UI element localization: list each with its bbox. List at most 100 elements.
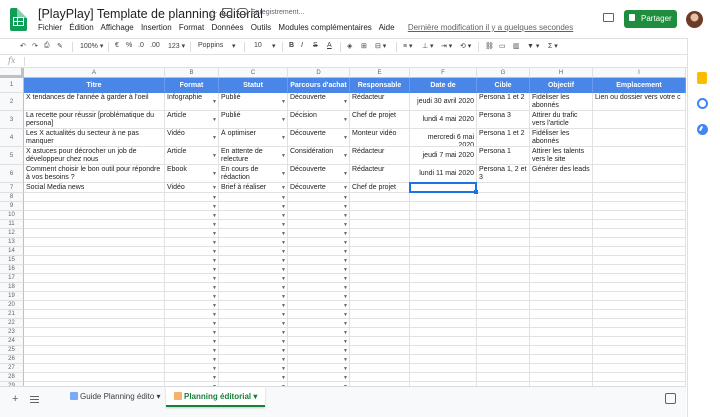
cell[interactable] (350, 229, 410, 238)
dropdown-arrow-icon[interactable]: ▼ (281, 204, 286, 210)
column-header[interactable]: H (530, 68, 593, 78)
data-cell[interactable]: À optimiser (219, 129, 288, 147)
data-cell[interactable] (530, 183, 593, 193)
cell[interactable] (530, 211, 593, 220)
dropdown-arrow-icon[interactable]: ▼ (281, 366, 286, 372)
dropdown-arrow-icon[interactable]: ▼ (343, 249, 348, 255)
cell[interactable] (410, 256, 477, 265)
cell[interactable] (410, 220, 477, 229)
dropdown-arrow-icon[interactable]: ▼ (281, 249, 286, 255)
data-cell[interactable]: En attente de relecture (219, 147, 288, 165)
cell[interactable] (410, 337, 477, 346)
cell[interactable] (24, 373, 165, 382)
dropdown-arrow-icon[interactable]: ▼ (343, 294, 348, 300)
cell[interactable] (593, 346, 686, 355)
cell[interactable] (477, 373, 530, 382)
row-header[interactable]: 25 (0, 346, 24, 355)
cell[interactable] (410, 346, 477, 355)
row-header[interactable]: 22 (0, 319, 24, 328)
cell[interactable] (288, 373, 350, 382)
data-cell[interactable]: Brief à réaliser (219, 183, 288, 193)
data-cell[interactable]: Lien ou dossier vers votre c (593, 93, 686, 111)
number-format-select[interactable]: 123 ▾ (168, 42, 185, 50)
comment-history-icon[interactable] (603, 13, 614, 22)
cell[interactable] (593, 238, 686, 247)
dropdown-arrow-icon[interactable]: ▼ (281, 267, 286, 273)
cell[interactable] (530, 355, 593, 364)
dropdown-arrow-icon[interactable]: ▼ (281, 240, 286, 246)
font-size-dropdown-icon[interactable]: ▾ (272, 42, 276, 50)
cell[interactable] (350, 373, 410, 382)
cell[interactable] (288, 238, 350, 247)
cell[interactable] (219, 247, 288, 256)
dropdown-arrow-icon[interactable]: ▼ (212, 330, 217, 336)
data-cell[interactable]: Ebook (165, 165, 219, 183)
cell[interactable] (530, 292, 593, 301)
data-cell[interactable]: Découverte (288, 165, 350, 183)
cell[interactable] (530, 193, 593, 202)
dropdown-arrow-icon[interactable]: ▼ (281, 153, 286, 159)
cell[interactable] (219, 202, 288, 211)
menu-modules[interactable]: Modules complémentaires (278, 23, 371, 32)
cell[interactable] (288, 355, 350, 364)
cell[interactable] (350, 310, 410, 319)
row-header[interactable]: 26 (0, 355, 24, 364)
dropdown-arrow-icon[interactable]: ▼ (281, 357, 286, 363)
cell[interactable] (530, 337, 593, 346)
row-header[interactable]: 4 (0, 129, 24, 147)
cell[interactable] (410, 292, 477, 301)
cell[interactable] (219, 364, 288, 373)
dropdown-arrow-icon[interactable]: ▼ (343, 339, 348, 345)
row-header[interactable]: 3 (0, 111, 24, 129)
cell[interactable] (410, 310, 477, 319)
cell[interactable] (288, 328, 350, 337)
cell[interactable] (219, 193, 288, 202)
cell[interactable] (477, 202, 530, 211)
cell[interactable] (530, 283, 593, 292)
data-cell[interactable]: mercredi 6 mai 2020 (410, 129, 477, 147)
row-header[interactable]: 13 (0, 238, 24, 247)
data-cell[interactable]: Générer des leads (530, 165, 593, 183)
data-cell[interactable]: lundi 11 mai 2020 (410, 165, 477, 183)
row-header[interactable]: 17 (0, 274, 24, 283)
cell[interactable] (165, 193, 219, 202)
text-color-button[interactable]: A (327, 42, 332, 49)
cell[interactable] (350, 337, 410, 346)
cell[interactable] (350, 193, 410, 202)
cell[interactable] (410, 247, 477, 256)
cell[interactable] (350, 274, 410, 283)
cell[interactable] (350, 238, 410, 247)
header-cell[interactable]: Responsable (350, 78, 410, 93)
dropdown-arrow-icon[interactable]: ▼ (212, 185, 217, 191)
data-cell[interactable] (477, 183, 530, 193)
data-cell[interactable]: Rédacteur (350, 93, 410, 111)
cell[interactable] (410, 265, 477, 274)
cell[interactable] (165, 355, 219, 364)
vertical-align-icon[interactable]: ⊥ ▾ (422, 42, 434, 50)
filter-icon[interactable]: ▼ ▾ (527, 42, 539, 50)
cell[interactable] (24, 193, 165, 202)
data-cell[interactable]: Rédacteur (350, 165, 410, 183)
cell[interactable] (593, 310, 686, 319)
dropdown-arrow-icon[interactable]: ▼ (281, 185, 286, 191)
cell[interactable] (24, 229, 165, 238)
row-header[interactable]: 27 (0, 364, 24, 373)
row-header[interactable]: 23 (0, 328, 24, 337)
cell[interactable] (477, 265, 530, 274)
menu-donnees[interactable]: Données (211, 23, 243, 32)
row-header[interactable]: 9 (0, 202, 24, 211)
cell[interactable] (24, 283, 165, 292)
dropdown-arrow-icon[interactable]: ▼ (212, 171, 217, 177)
dropdown-arrow-icon[interactable]: ▼ (281, 258, 286, 264)
data-cell[interactable]: La recette pour réussir [problématique d… (24, 111, 165, 129)
cell[interactable] (165, 265, 219, 274)
avatar[interactable] (686, 11, 703, 28)
cell[interactable] (24, 211, 165, 220)
cell[interactable] (24, 355, 165, 364)
data-cell[interactable]: Article (165, 147, 219, 165)
cell[interactable] (593, 283, 686, 292)
column-header[interactable]: F (410, 68, 477, 78)
dropdown-arrow-icon[interactable]: ▼ (212, 99, 217, 105)
font-dropdown-icon[interactable]: ▾ (232, 42, 236, 50)
decrease-decimal-button[interactable]: .0 (138, 42, 144, 49)
